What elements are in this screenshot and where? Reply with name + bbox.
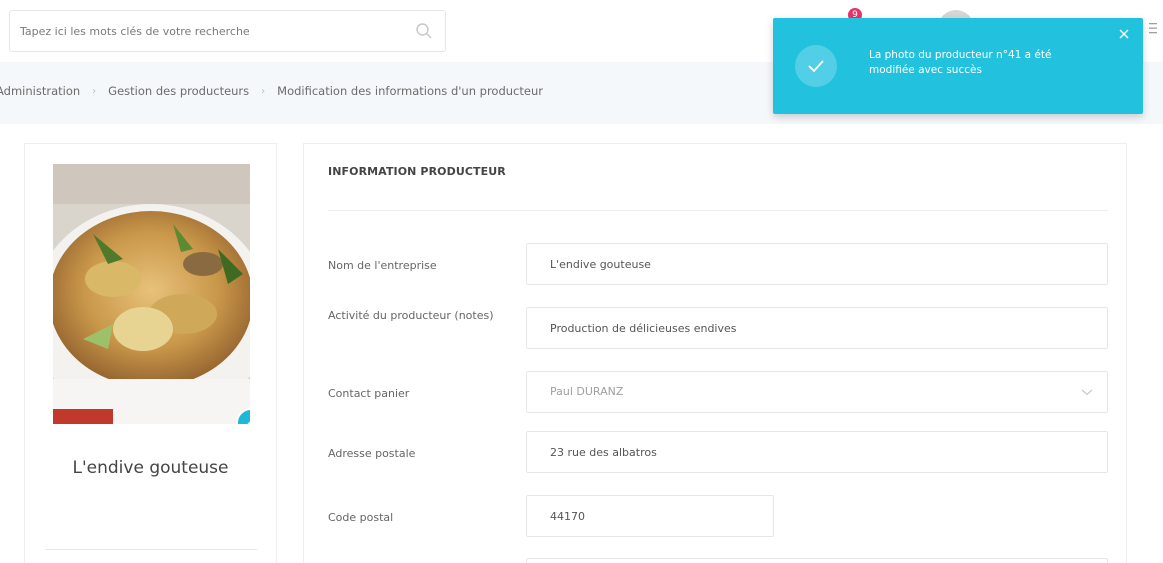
success-toast: La photo du producteur n°41 a été modifi… <box>773 18 1143 114</box>
company-name-field[interactable] <box>526 243 1108 285</box>
activity-field[interactable] <box>526 307 1108 349</box>
producer-name: L'endive gouteuse <box>72 458 229 478</box>
address-label: Adresse postale <box>328 447 416 460</box>
section-title: INFORMATION PRODUCTEUR <box>328 165 506 178</box>
search-icon[interactable] <box>415 22 433 40</box>
contact-select[interactable]: Paul DURANZ <box>526 371 1108 413</box>
activity-input[interactable] <box>527 308 1107 348</box>
breadcrumb: Administration › Gestion des producteurs… <box>0 84 543 98</box>
producer-info-card: INFORMATION PRODUCTEUR Nom de l'entrepri… <box>303 143 1127 563</box>
company-name-label: Nom de l'entreprise <box>328 259 437 272</box>
chevron-down-icon <box>1081 389 1093 396</box>
postal-code-field[interactable] <box>526 495 774 537</box>
edit-photo-button[interactable] <box>236 408 250 424</box>
company-name-input[interactable] <box>527 244 1107 284</box>
breadcrumb-separator-icon: › <box>261 85 266 97</box>
close-icon[interactable] <box>1117 27 1131 41</box>
divider <box>328 210 1108 211</box>
search-box[interactable] <box>9 10 446 52</box>
check-icon <box>808 60 824 73</box>
breadcrumb-item-administration[interactable]: Administration <box>0 84 80 98</box>
toast-message: La photo du producteur n°41 a été modifi… <box>869 49 1052 76</box>
address-input[interactable] <box>527 432 1107 472</box>
postal-code-label: Code postal <box>328 511 394 524</box>
breadcrumb-item-producteurs[interactable]: Gestion des producteurs <box>108 84 249 98</box>
breadcrumb-separator-icon: › <box>92 85 97 97</box>
contact-label: Contact panier <box>328 387 410 400</box>
postal-code-input[interactable] <box>527 496 773 536</box>
contact-selected-value: Paul DURANZ <box>550 385 624 398</box>
producer-photo <box>53 164 250 424</box>
check-icon-circle <box>795 45 837 87</box>
divider <box>45 549 257 550</box>
activity-label: Activité du producteur (notes) <box>328 309 494 322</box>
pencil-icon <box>247 421 250 424</box>
next-field-partial[interactable] <box>526 558 1108 563</box>
producer-profile-card: L'endive gouteuse <box>24 143 277 563</box>
address-field[interactable] <box>526 431 1108 473</box>
kebab-menu-icon[interactable] <box>1148 20 1158 36</box>
search-input[interactable] <box>10 11 410 51</box>
breadcrumb-item-current: Modification des informations d'un produ… <box>277 84 543 98</box>
